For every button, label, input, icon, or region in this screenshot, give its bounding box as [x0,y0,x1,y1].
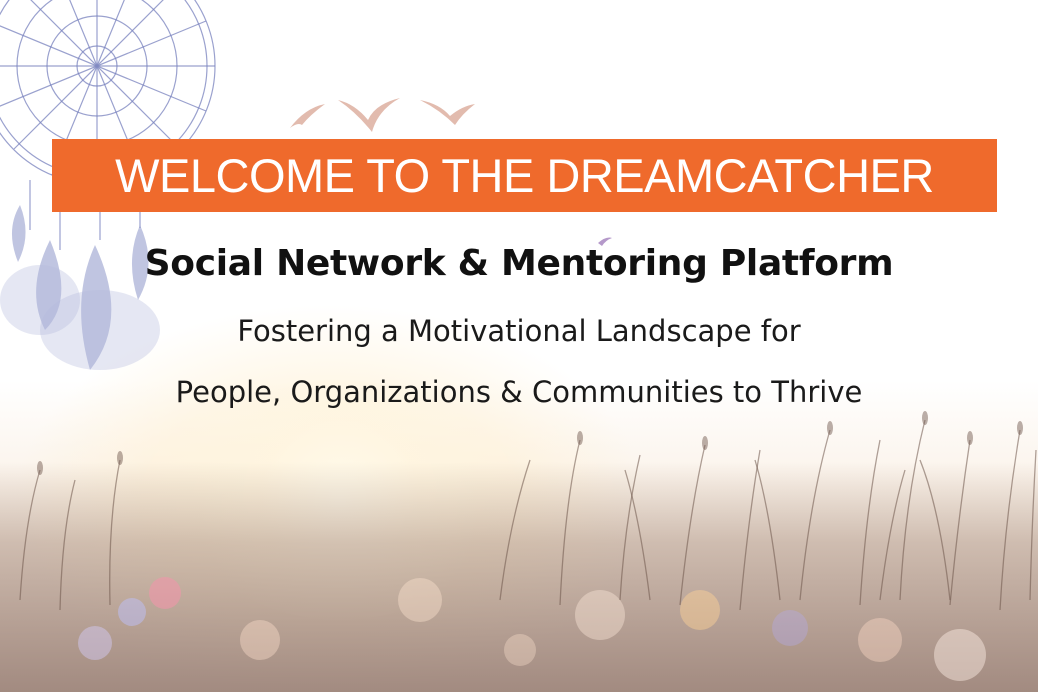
headline: Social Network & Mentoring Platform [144,243,894,284]
subtitle-line-1: Fostering a Motivational Landscape for [237,314,801,348]
banner-title: WELCOME TO THE DREAMCATCHER [115,149,934,202]
subtitle-line-2: People, Organizations & Communities to T… [175,375,863,409]
hero-scene: WELCOME TO THE DREAMCATCHER Social Netwo… [0,0,1038,692]
welcome-banner: WELCOME TO THE DREAMCATCHER [52,139,997,212]
